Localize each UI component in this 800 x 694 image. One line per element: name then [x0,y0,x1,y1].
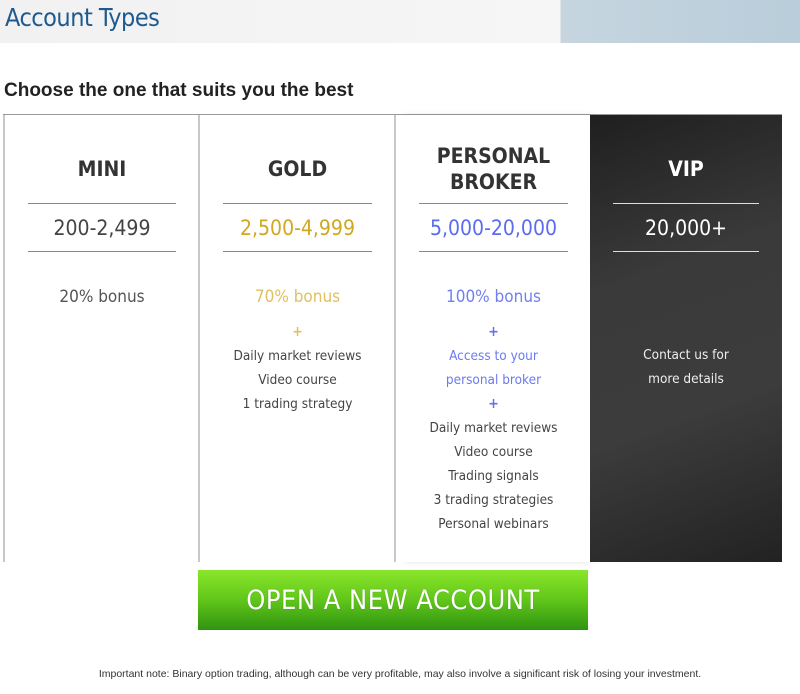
header-bar: Account Types [0,0,800,43]
plan-personal-broker: PERSONAL BROKER 5,000-20,000 100% bonus … [394,115,591,562]
contact-line: Contact us for [643,347,729,363]
plan-mini: MINI 200-2,499 20% bonus [3,115,199,562]
feature-item: 3 trading strategies [433,492,554,508]
subtitle: Choose the one that suits you the best [4,80,354,101]
plan-name: PERSONAL BROKER [396,133,591,205]
feature-item: 1 trading strategy [242,396,353,412]
plan-name: VIP [668,157,704,181]
plan-range: 2,500-4,999 [223,203,372,252]
contact-line: more details [648,371,724,387]
plan-bonus: 100% bonus [445,287,541,307]
feature-item: Daily market reviews [429,420,558,436]
plan-name-line: BROKER [449,170,538,194]
plan-range: 5,000-20,000 [419,203,568,252]
page-title: Account Types [5,3,160,32]
plan-features: + Access to your personal broker + Daily… [396,320,591,536]
feature-item: Video course [454,444,533,460]
plus-icon: + [292,324,303,340]
plan-range: 20,000+ [613,203,759,252]
plan-features: + Daily market reviews Video course 1 tr… [200,320,395,416]
feature-item: Personal webinars [438,516,549,532]
plan-name: GOLD [267,157,328,181]
plan-gold: GOLD 2,500-4,999 70% bonus + Daily marke… [198,115,395,562]
plan-bonus: 70% bonus [254,287,341,307]
plan-vip: VIP 20,000+ Contact us for more details [590,115,782,562]
plan-contact: Contact us for more details [590,343,782,391]
plus-icon: + [488,396,499,412]
open-account-button[interactable]: OPEN A NEW ACCOUNT [198,570,588,630]
feature-item: Video course [258,372,337,388]
account-types-table: MINI 200-2,499 20% bonus GOLD 2,500-4,99… [3,114,782,562]
plan-name: MINI [77,157,127,181]
feature-highlight: personal broker [445,372,542,388]
feature-item: Daily market reviews [233,348,362,364]
plan-bonus: 20% bonus [59,287,145,307]
plan-range: 200-2,499 [28,203,176,252]
feature-item: Trading signals [448,468,539,484]
plus-icon: + [488,324,499,340]
feature-highlight: Access to your [449,348,538,364]
risk-note: Important note: Binary option trading, a… [98,668,702,680]
plan-name-line: PERSONAL [436,144,551,168]
